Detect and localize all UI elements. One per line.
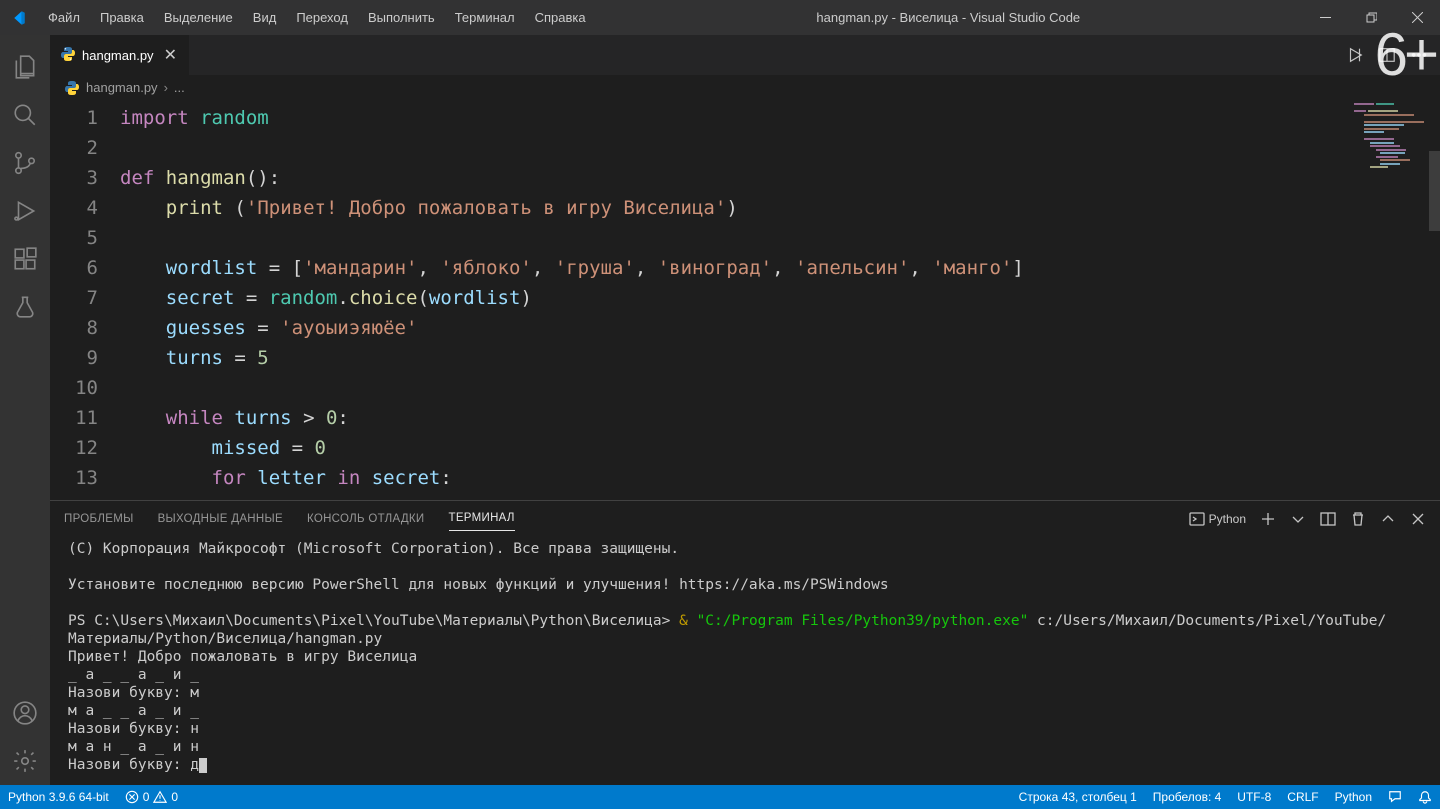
chevron-up-icon[interactable] — [1380, 511, 1396, 527]
terminal-output[interactable]: (C) Корпорация Майкрософт (Microsoft Cor… — [50, 536, 1440, 785]
titlebar: Файл Правка Выделение Вид Переход Выполн… — [0, 0, 1440, 35]
status-cursor-position[interactable]: Строка 43, столбец 1 — [1011, 785, 1145, 809]
panel-tab-output[interactable]: ВЫХОДНЫЕ ДАННЫЕ — [158, 507, 283, 531]
editor-area: hangman.py ✕ hangman.py › ... 1234567891… — [50, 35, 1440, 785]
chevron-down-icon[interactable] — [1290, 511, 1306, 527]
code-content[interactable]: import random def hangman(): print ('При… — [120, 101, 1440, 500]
window-title: hangman.py - Виселица - Visual Studio Co… — [595, 10, 1302, 25]
activity-bar — [0, 35, 50, 785]
settings-gear-icon[interactable] — [1, 737, 49, 785]
code-editor[interactable]: 12345678910111213 import random def hang… — [50, 101, 1440, 500]
split-terminal-icon[interactable] — [1320, 511, 1336, 527]
menubar: Файл Правка Выделение Вид Переход Выполн… — [35, 4, 595, 31]
editor-tabs: hangman.py ✕ — [50, 35, 1440, 75]
status-language[interactable]: Python — [1327, 785, 1380, 809]
accounts-icon[interactable] — [1, 689, 49, 737]
main-area: hangman.py ✕ hangman.py › ... 1234567891… — [0, 35, 1440, 785]
close-panel-icon[interactable] — [1410, 511, 1426, 527]
testing-icon[interactable] — [1, 283, 49, 331]
status-notifications-icon[interactable] — [1410, 785, 1440, 809]
vscode-icon — [0, 9, 35, 27]
menu-terminal[interactable]: Терминал — [446, 4, 524, 31]
menu-selection[interactable]: Выделение — [155, 4, 242, 31]
status-encoding[interactable]: UTF-8 — [1229, 785, 1279, 809]
panel-actions: Python — [1189, 511, 1426, 527]
minimize-button[interactable] — [1302, 0, 1348, 35]
status-indentation[interactable]: Пробелов: 4 — [1145, 785, 1230, 809]
menu-view[interactable]: Вид — [244, 4, 286, 31]
tab-close-icon[interactable]: ✕ — [164, 45, 177, 65]
status-problems[interactable]: 0 0 — [117, 785, 186, 809]
tab-label: hangman.py — [82, 48, 154, 63]
explorer-icon[interactable] — [1, 43, 49, 91]
minimap[interactable] — [1354, 103, 1426, 183]
status-python-version[interactable]: Python 3.9.6 64-bit — [0, 785, 117, 809]
python-file-icon — [60, 46, 76, 65]
terminal-select[interactable]: Python — [1189, 511, 1246, 527]
scrollbar-thumb[interactable] — [1429, 151, 1440, 231]
breadcrumb-file[interactable]: hangman.py — [86, 80, 158, 95]
status-eol[interactable]: CRLF — [1279, 785, 1326, 809]
statusbar: Python 3.9.6 64-bit 0 0 Строка 43, столб… — [0, 785, 1440, 809]
breadcrumb-symbol[interactable]: ... — [174, 80, 185, 95]
panel-tabs: ПРОБЛЕМЫ ВЫХОДНЫЕ ДАННЫЕ КОНСОЛЬ ОТЛАДКИ… — [50, 501, 1440, 536]
bottom-panel: ПРОБЛЕМЫ ВЫХОДНЫЕ ДАННЫЕ КОНСОЛЬ ОТЛАДКИ… — [50, 500, 1440, 785]
menu-help[interactable]: Справка — [526, 4, 595, 31]
menu-run[interactable]: Выполнить — [359, 4, 444, 31]
terminal-cursor — [199, 758, 207, 773]
run-icon[interactable] — [1346, 46, 1364, 64]
search-icon[interactable] — [1, 91, 49, 139]
panel-tab-debug-console[interactable]: КОНСОЛЬ ОТЛАДКИ — [307, 507, 425, 531]
panel-tab-terminal[interactable]: ТЕРМИНАЛ — [449, 506, 515, 531]
panel-tab-problems[interactable]: ПРОБЛЕМЫ — [64, 507, 134, 531]
menu-file[interactable]: Файл — [39, 4, 89, 31]
menu-edit[interactable]: Правка — [91, 4, 153, 31]
run-debug-icon[interactable] — [1, 187, 49, 235]
new-terminal-icon[interactable] — [1260, 511, 1276, 527]
extensions-icon[interactable] — [1, 235, 49, 283]
breadcrumbs[interactable]: hangman.py › ... — [50, 75, 1440, 101]
tab-hangman[interactable]: hangman.py ✕ — [50, 35, 190, 75]
line-numbers: 12345678910111213 — [50, 101, 120, 500]
status-feedback-icon[interactable] — [1380, 785, 1410, 809]
age-rating-badge: 6+ — [1375, 20, 1435, 89]
trash-icon[interactable] — [1350, 511, 1366, 527]
chevron-right-icon: › — [164, 80, 168, 95]
source-control-icon[interactable] — [1, 139, 49, 187]
menu-go[interactable]: Переход — [287, 4, 357, 31]
